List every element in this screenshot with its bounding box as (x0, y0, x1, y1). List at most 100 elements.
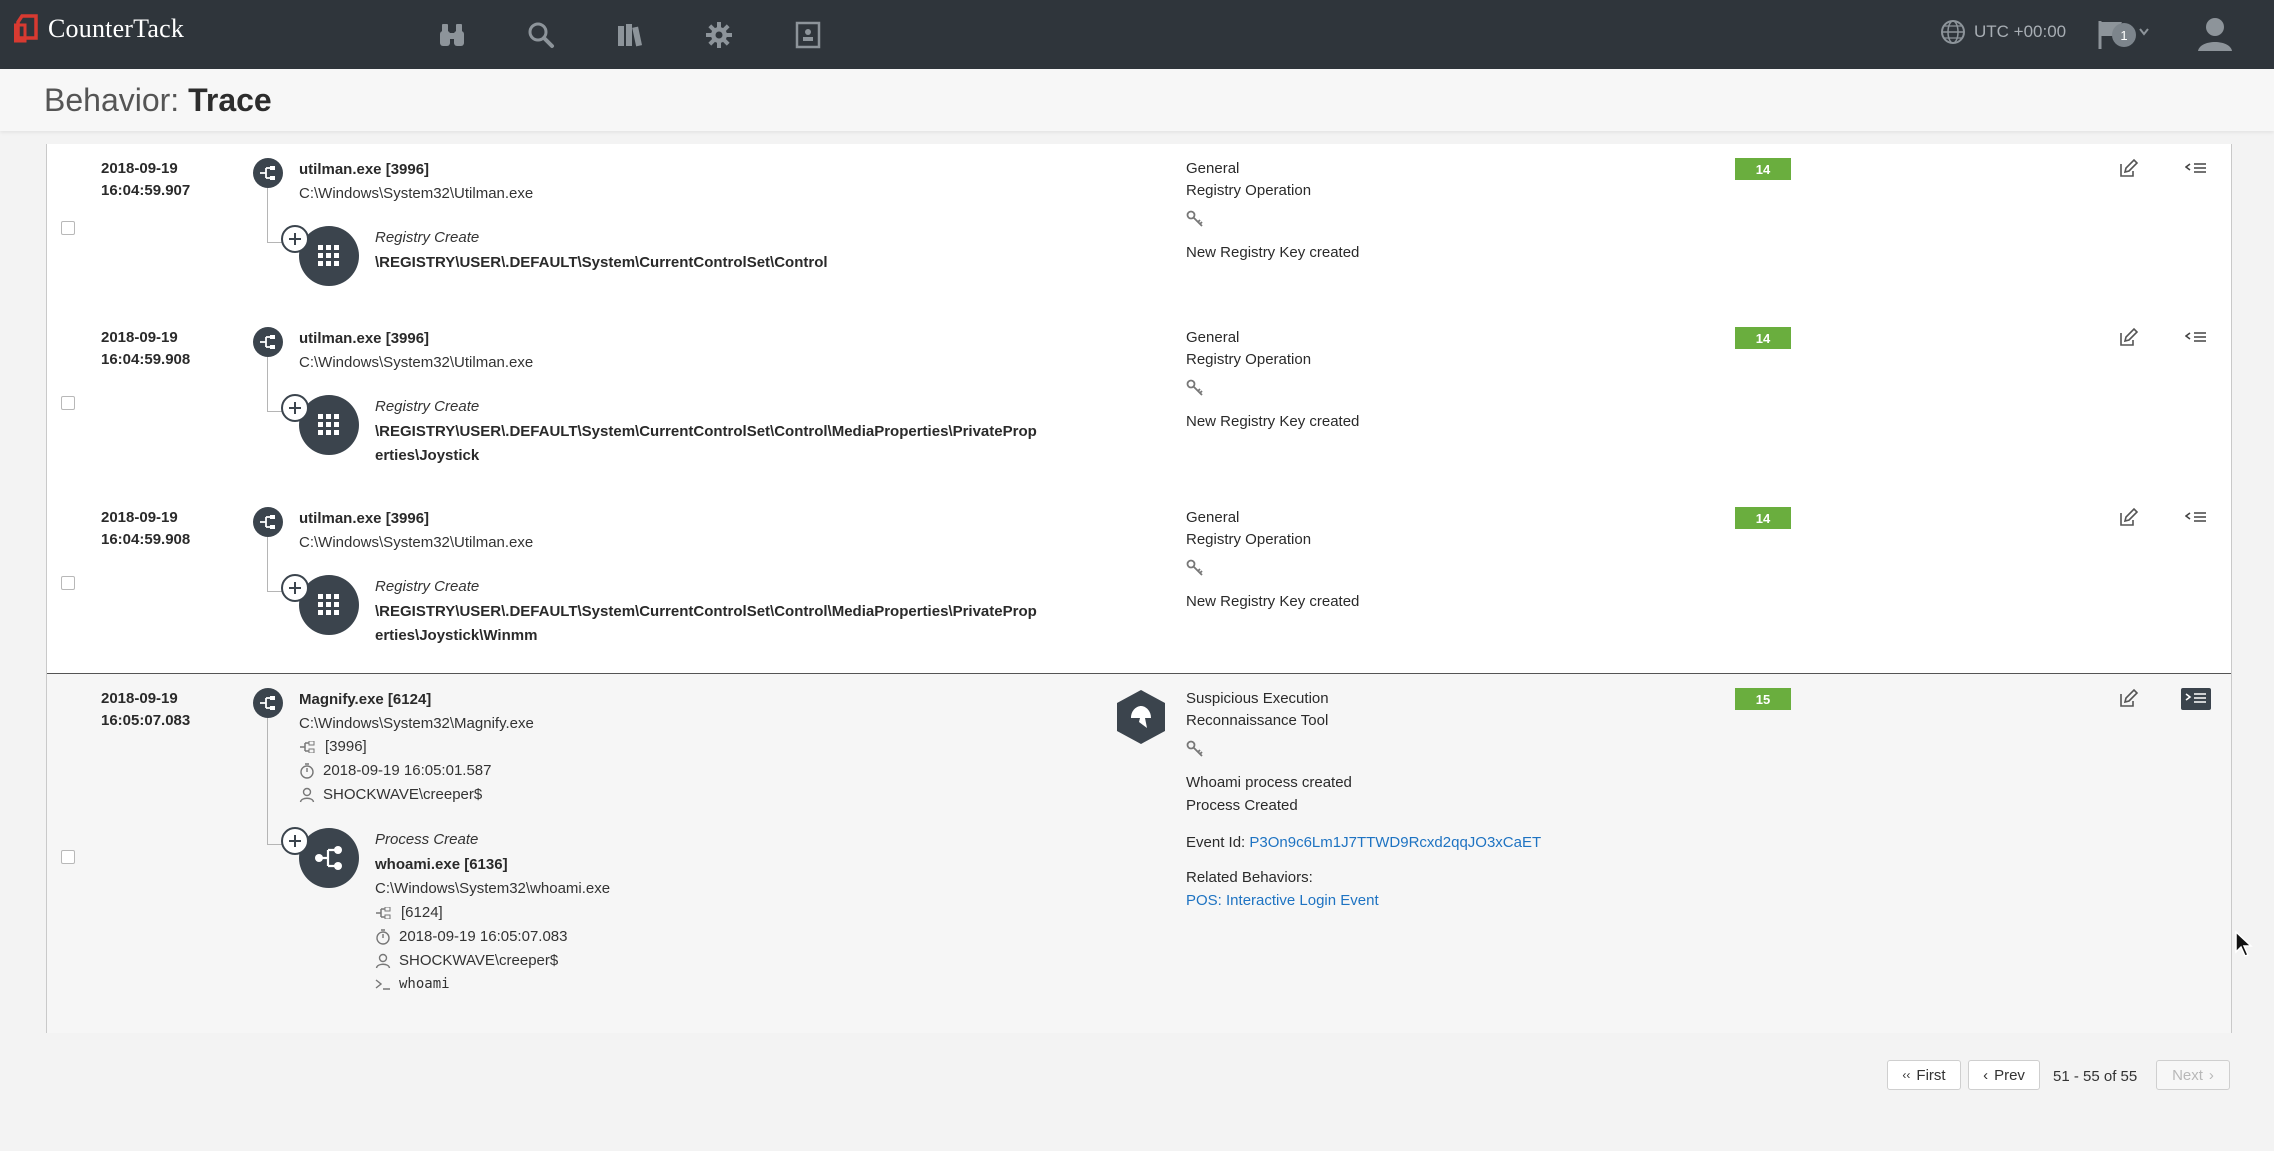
row-checkbox[interactable] (61, 396, 75, 410)
page-title: Behavior: Trace (44, 82, 272, 119)
process-path: C:\Windows\System32\Utilman.exe (299, 185, 534, 202)
edit-note-icon[interactable] (2117, 158, 2139, 180)
event-type: Registry Create (375, 229, 480, 246)
table-row[interactable]: 2018-09-19 16:04:59.908 utilman.exe [399… (47, 313, 2231, 494)
event-type: Registry Create (375, 578, 480, 595)
edit-note-icon[interactable] (2117, 688, 2139, 710)
tree-connector (267, 537, 268, 591)
key-icon (1186, 740, 1204, 758)
timestamp: 2018-09-19 16:05:07.083 (101, 688, 190, 732)
process-tree-icon[interactable] (253, 507, 283, 537)
process-tree-icon[interactable] (253, 327, 283, 357)
next-page-button[interactable]: Next › (2156, 1060, 2230, 1090)
page-title-prefix: Behavior: (44, 82, 180, 118)
edit-note-icon[interactable] (2117, 327, 2139, 349)
countertack-logo[interactable]: CounterTack (13, 14, 185, 44)
library-icon[interactable] (611, 16, 649, 54)
child-user-value: SHOCKWAVE\creeper$ (399, 952, 559, 969)
trace-table: 2018-09-19 16:04:59.907 utilman.exe [399… (46, 144, 2232, 1033)
page-title-main: Trace (188, 82, 272, 118)
logo-mark-icon (13, 14, 40, 44)
table-row[interactable]: 2018-09-19 16:04:59.908 utilman.exe [399… (47, 493, 2231, 674)
expand-plus-icon[interactable] (281, 827, 309, 855)
process-name[interactable]: Magnify.exe [6124] (299, 691, 431, 708)
first-page-label: First (1916, 1066, 1946, 1084)
timezone-selector[interactable]: UTC +00:00 (1940, 19, 2066, 45)
expand-details-icon[interactable] (2181, 327, 2211, 349)
timestamp-date: 2018-09-19 (101, 329, 178, 346)
registry-key-line: erties\Joystick (375, 447, 480, 464)
command-line-value: whoami (399, 976, 450, 992)
row-checkbox[interactable] (61, 221, 75, 235)
double-chevron-left-icon: ‹‹ (1902, 1068, 1911, 1082)
row-checkbox[interactable] (61, 850, 75, 864)
event-id: Event Id: P3On9c6Lm1J7TTWD9Rcxd2qqJO3xCa… (1186, 831, 1541, 854)
expand-plus-icon[interactable] (281, 394, 309, 422)
child-start-time-value: 2018-09-19 16:05:07.083 (399, 928, 568, 945)
subcategory-label: Registry Operation (1186, 351, 1312, 368)
subcategory-label: Registry Operation (1186, 531, 1312, 548)
timestamp-time: 16:05:07.083 (101, 712, 191, 729)
logo-text: CounterTack (48, 14, 185, 43)
report-icon[interactable] (789, 16, 827, 54)
row-checkbox[interactable] (61, 576, 75, 590)
timestamp-time: 16:04:59.907 (101, 182, 191, 199)
timestamp: 2018-09-19 16:04:59.907 (101, 158, 190, 202)
edit-note-icon[interactable] (2117, 507, 2139, 529)
behavior-description: New Registry Key created (1186, 244, 1360, 261)
user-avatar-icon[interactable] (2194, 13, 2236, 55)
key-icon (1186, 210, 1204, 228)
expand-plus-icon[interactable] (281, 225, 309, 253)
search-icon[interactable] (522, 16, 560, 54)
process-tree-small-icon (376, 906, 391, 919)
prev-page-label: Prev (1994, 1066, 2025, 1084)
key-icon (1186, 379, 1204, 397)
gear-icon[interactable] (700, 16, 738, 54)
prev-page-button[interactable]: ‹ Prev (1968, 1060, 2040, 1090)
score-badge: 14 (1735, 327, 1791, 349)
related-behavior-link[interactable]: POS: Interactive Login Event (1186, 889, 1379, 912)
event-id-link[interactable]: P3On9c6Lm1J7TTWD9Rcxd2qqJO3xCaET (1249, 834, 1541, 851)
behavior-category: General Registry Operation (1186, 158, 1311, 202)
behavior-description-line: Whoami process created (1186, 774, 1352, 791)
child-start-time: 2018-09-19 16:05:07.083 (375, 928, 567, 945)
related-behaviors-label: Related Behaviors: (1186, 869, 1313, 886)
parent-pid: [3996] (299, 738, 367, 755)
timestamp: 2018-09-19 16:04:59.908 (101, 507, 190, 551)
behavior-category: Suspicious Execution Reconnaissance Tool (1186, 688, 1329, 732)
subcategory-label: Reconnaissance Tool (1186, 712, 1329, 729)
mouse-cursor-icon (2234, 930, 2254, 958)
process-tree-small-icon (300, 740, 315, 753)
first-page-button[interactable]: ‹‹ First (1887, 1060, 1961, 1090)
binoculars-icon[interactable] (433, 16, 471, 54)
collapse-details-icon[interactable] (2181, 688, 2211, 710)
start-time: 2018-09-19 16:05:01.587 (299, 762, 491, 779)
table-row[interactable]: 2018-09-19 16:04:59.907 utilman.exe [399… (47, 144, 2231, 314)
process-path: C:\Windows\System32\Utilman.exe (299, 534, 534, 551)
process-name[interactable]: utilman.exe [3996] (299, 161, 429, 178)
process-tree-icon[interactable] (253, 688, 283, 718)
top-navigation-bar: CounterTack UTC +00:00 1 (0, 0, 2274, 69)
user-icon (375, 953, 391, 968)
process-name[interactable]: utilman.exe [3996] (299, 510, 429, 527)
registry-key-line: \REGISTRY\USER\.DEFAULT\System\CurrentCo… (375, 423, 1037, 440)
related-behaviors: Related Behaviors: POS: Interactive Logi… (1186, 866, 1379, 912)
child-process-name[interactable]: whoami.exe [6136] (375, 856, 508, 873)
expand-plus-icon[interactable] (281, 574, 309, 602)
user-value: SHOCKWAVE\creeper$ (323, 786, 483, 803)
process-name[interactable]: utilman.exe [3996] (299, 330, 429, 347)
timestamp-date: 2018-09-19 (101, 509, 178, 526)
behavior-category: General Registry Operation (1186, 507, 1311, 551)
behavior-description-line: Process Created (1186, 797, 1298, 814)
process-tree-icon[interactable] (253, 158, 283, 188)
expand-details-icon[interactable] (2181, 158, 2211, 180)
category-label: Suspicious Execution (1186, 690, 1329, 707)
score-badge: 14 (1735, 158, 1791, 180)
chevron-left-icon: ‹ (1983, 1066, 1989, 1084)
notifications-button[interactable]: 1 (2096, 15, 2152, 53)
category-label: General (1186, 509, 1240, 526)
process-path: C:\Windows\System32\Utilman.exe (299, 354, 534, 371)
timestamp-date: 2018-09-19 (101, 690, 178, 707)
table-row-selected[interactable]: 2018-09-19 16:05:07.083 Magnify.exe [612… (47, 673, 2231, 1033)
expand-details-icon[interactable] (2181, 507, 2211, 529)
